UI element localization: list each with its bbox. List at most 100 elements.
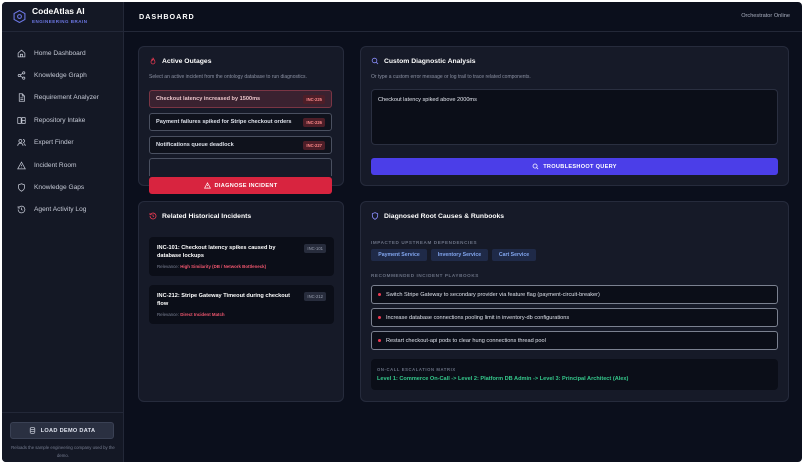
playbook-text: Restart checkout-api pods to clear hung …: [386, 337, 546, 344]
page-title: DASHBOARD: [139, 12, 195, 21]
app-subtitle: ENGINEERING BRAIN: [32, 19, 88, 24]
sidebar-item-label: Requirement Analyzer: [34, 94, 99, 102]
sidebar-item-label: Repository Intake: [34, 116, 86, 124]
shield-icon: [18, 183, 25, 192]
sidebar-nav: Home Dashboard Knowledge Graph Requireme…: [2, 42, 124, 221]
shield-icon: [371, 212, 379, 220]
playbooks-label: RECOMMENDED INCIDENT PLAYBOOKS: [371, 273, 479, 278]
dependencies-label: IMPACTED UPSTREAM DEPENDENCIES: [371, 240, 478, 245]
sidebar-item-label: Expert Finder: [34, 139, 74, 147]
dependency-chip: Payment Service: [371, 249, 427, 261]
search-icon: [532, 163, 539, 170]
outage-id-badge: INC-226: [303, 117, 325, 127]
historical-incident-relevance: Relevance: Direct Incident Match: [157, 312, 225, 317]
outage-label: Payment failures spiked for Stripe check…: [156, 119, 292, 125]
repository-icon: [17, 116, 26, 124]
logo-icon: [13, 10, 26, 23]
outage-item[interactable]: Checkout latency increased by 1500ms INC…: [149, 90, 332, 108]
sidebar-item-knowledge-gaps[interactable]: Knowledge Gaps: [2, 176, 124, 198]
sidebar-item-label: Incident Room: [34, 161, 77, 169]
warning-icon: [203, 182, 211, 189]
outage-id-badge: INC-225: [303, 94, 325, 104]
historical-incident-item[interactable]: INC-212: Stripe Gateway Timeout during c…: [149, 285, 334, 324]
troubleshoot-query-label: TROUBLESHOOT QUERY: [543, 163, 617, 170]
home-icon: [17, 49, 26, 57]
relevance-prefix: Relevance:: [157, 312, 179, 317]
sidebar-item-expert-finder[interactable]: Expert Finder: [2, 132, 124, 154]
custom-analysis-subtitle: Or type a custom error message or log tr…: [371, 74, 531, 80]
sidebar-item-label: Home Dashboard: [34, 49, 86, 57]
historical-incident-relevance: Relevance: High Similarity (DB / Network…: [157, 264, 266, 269]
bullet-dot-icon: [378, 316, 381, 319]
app-window: CodeAtlas AI ENGINEERING BRAIN Home Dash…: [2, 2, 802, 462]
load-demo-data-label: LOAD DEMO DATA: [40, 427, 96, 434]
bullet-dot-icon: [378, 293, 381, 296]
active-outages-title: Active Outages: [162, 57, 212, 65]
historical-incidents-title: Related Historical Incidents: [162, 212, 252, 220]
top-bar: DASHBOARD Orchestrator Online: [124, 2, 802, 32]
sidebar-item-knowledge-graph[interactable]: Knowledge Graph: [2, 64, 124, 86]
sidebar-item-incident-room[interactable]: Incident Room: [2, 154, 124, 176]
sidebar-item-label: Knowledge Gaps: [34, 184, 85, 192]
historical-incident-title: INC-101: Checkout latency spikes caused …: [157, 245, 276, 259]
historical-incidents-header: Related Historical Incidents: [149, 212, 251, 220]
relevance-value: Direct Incident Match: [180, 312, 225, 317]
active-outages-card: Active Outages Select an active incident…: [138, 46, 344, 194]
database-icon: [29, 427, 35, 434]
playbook-item[interactable]: Restart checkout-api pods to clear hung …: [371, 331, 778, 350]
custom-analysis-card: Custom Diagnostic Analysis Or type a cus…: [360, 46, 789, 186]
dependency-chip: Cart Service: [492, 249, 536, 261]
escalation-label: ON-CALL ESCALATION MATRIX: [377, 367, 456, 372]
users-icon: [17, 139, 26, 147]
historical-incident-item[interactable]: INC-101: Checkout latency spikes caused …: [149, 237, 334, 276]
active-outages-header: Active Outages: [149, 57, 211, 65]
relevance-prefix: Relevance:: [157, 264, 179, 269]
diagnose-incident-button[interactable]: DIAGNOSE INCIDENT: [149, 177, 332, 194]
load-demo-data-button[interactable]: LOAD DEMO DATA: [10, 422, 114, 439]
root-causes-card: Diagnosed Root Causes & Runbooks IMPACTE…: [360, 201, 789, 402]
escalation-path: Level 1: Commerce On-Call -> Level 2: Pl…: [377, 376, 629, 382]
sidebar: CodeAtlas AI ENGINEERING BRAIN Home Dash…: [2, 2, 124, 462]
outage-label: Notifications queue deadlock: [156, 142, 234, 148]
app-title: CodeAtlas AI: [32, 6, 85, 16]
outage-item[interactable]: Payment failures spiked for Stripe check…: [149, 113, 332, 131]
active-outages-subtitle: Select an active incident from the ontol…: [149, 74, 307, 80]
warning-icon: [17, 160, 26, 169]
playbook-item[interactable]: Increase database connections pooling li…: [371, 308, 778, 327]
relevance-value: High Similarity (DB / Network Bottleneck…: [180, 264, 267, 269]
historical-incident-title: INC-212: Stripe Gateway Timeout during c…: [157, 293, 290, 307]
share-icon: [17, 71, 26, 80]
root-causes-title: Diagnosed Root Causes & Runbooks: [384, 212, 505, 220]
playbook-text: Increase database connections pooling li…: [386, 314, 570, 321]
history-icon: [149, 212, 157, 220]
historical-incident-id-badge: INC-101: [304, 244, 326, 253]
outage-item[interactable]: Notifications queue deadlock INC-227: [149, 136, 332, 154]
custom-analysis-title: Custom Diagnostic Analysis: [384, 57, 476, 65]
outage-list-overflow: [149, 158, 332, 176]
sidebar-item-agent-activity-log[interactable]: Agent Activity Log: [2, 199, 124, 221]
playbook-item[interactable]: Switch Stripe Gateway to secondary provi…: [371, 285, 778, 304]
outage-label: Checkout latency increased by 1500ms: [156, 96, 261, 102]
outage-id-badge: INC-227: [303, 140, 325, 150]
bullet-dot-icon: [378, 339, 381, 342]
sidebar-footer: LOAD DEMO DATA Reloads the sample engine…: [2, 412, 124, 462]
root-causes-header: Diagnosed Root Causes & Runbooks: [371, 212, 504, 220]
sidebar-item-requirement-analyzer[interactable]: Requirement Analyzer: [2, 87, 124, 109]
sidebar-item-repository-intake[interactable]: Repository Intake: [2, 109, 124, 131]
document-icon: [18, 93, 25, 103]
troubleshoot-query-button[interactable]: TROUBLESHOOT QUERY: [371, 158, 778, 175]
flame-icon: [150, 57, 156, 65]
historical-incidents-card: Related Historical Incidents INC-101: Ch…: [138, 201, 344, 402]
sidebar-item-home-dashboard[interactable]: Home Dashboard: [2, 42, 124, 64]
history-icon: [17, 206, 26, 214]
diagnostic-query-input[interactable]: Checkout latency spiked above 2000ms: [371, 89, 778, 145]
orchestrator-status: Orchestrator Online: [741, 13, 790, 19]
brand: CodeAtlas AI ENGINEERING BRAIN: [2, 2, 124, 32]
escalation-matrix: ON-CALL ESCALATION MATRIX Level 1: Comme…: [371, 359, 778, 390]
search-icon: [371, 57, 379, 65]
dependency-chip: Inventory Service: [431, 249, 488, 261]
sidebar-item-label: Knowledge Graph: [34, 72, 87, 80]
diagnose-incident-label: DIAGNOSE INCIDENT: [214, 182, 278, 189]
playbook-text: Switch Stripe Gateway to secondary provi…: [386, 291, 600, 298]
custom-analysis-header: Custom Diagnostic Analysis: [371, 57, 476, 65]
